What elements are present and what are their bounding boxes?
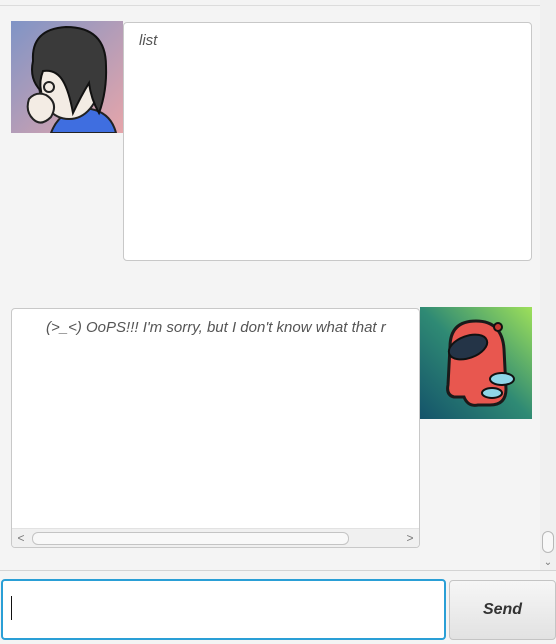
text-caret xyxy=(11,596,12,620)
bot-message-text: (>_<) OoPS!!! I'm sorry, but I don't kno… xyxy=(46,319,386,336)
vertical-scrollbar[interactable]: ⌄ xyxy=(540,0,556,570)
horizontal-scroll-thumb[interactable] xyxy=(32,532,349,545)
chat-window: list (>_<) OoPS!!! I'm sorry, but I don'… xyxy=(0,0,556,644)
scroll-left-icon[interactable]: < xyxy=(12,529,30,547)
user-avatar xyxy=(11,21,123,133)
message-input[interactable] xyxy=(1,579,446,640)
user-message-bubble[interactable]: list xyxy=(123,22,532,261)
send-button[interactable]: Send xyxy=(449,580,556,640)
horizontal-scrollbar[interactable]: < > xyxy=(12,528,419,547)
dialog-scroll-area[interactable]: list (>_<) OoPS!!! I'm sorry, but I don'… xyxy=(0,0,540,570)
vertical-scroll-thumb[interactable] xyxy=(542,531,554,553)
scroll-right-icon[interactable]: > xyxy=(401,529,419,547)
user-message-text: list xyxy=(139,32,158,49)
top-divider xyxy=(0,0,540,6)
bot-avatar xyxy=(420,307,532,419)
scroll-down-icon[interactable]: ⌄ xyxy=(540,556,556,570)
bot-message-bubble[interactable]: (>_<) OoPS!!! I'm sorry, but I don't kno… xyxy=(11,308,420,548)
input-bar: Send xyxy=(0,570,556,644)
